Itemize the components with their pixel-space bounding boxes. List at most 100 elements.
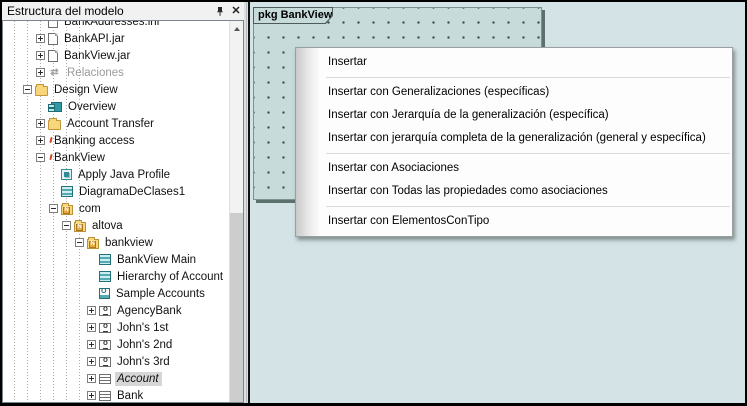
expand-icon[interactable] (87, 391, 96, 400)
menu-separator (326, 206, 730, 207)
tree-item-label[interactable]: BankView Main (115, 253, 199, 267)
tree-item-label[interactable]: BankAPI.jar (62, 32, 128, 46)
tree-item-banking-access[interactable]: Banking access (3, 132, 229, 149)
tree-item-agencybank[interactable]: AgencyBank (3, 302, 229, 319)
tree-item-label[interactable]: Banking access (52, 134, 138, 148)
window-border-top (0, 0, 747, 2)
diagram-icon (99, 254, 111, 265)
context-menu: Insertar Insertar con Generalizaciones (e… (295, 47, 733, 237)
expand-icon[interactable] (87, 357, 96, 366)
tree-item-design-view[interactable]: Design View (3, 81, 229, 98)
menu-item-insertar-con-jerarqu-a-de-la-generalizac[interactable]: Insertar con Jerarquía de la generalizac… (296, 104, 732, 127)
collapse-icon[interactable] (36, 153, 45, 162)
expand-icon[interactable] (36, 34, 45, 43)
panel-header: Estructura del modelo ✕ (2, 2, 244, 20)
package-frame-tab[interactable]: pkg BankView (253, 7, 333, 24)
tree-item-label[interactable]: Sample Accounts (114, 287, 208, 301)
tree-item-label[interactable]: Overview (66, 100, 119, 114)
expand-icon[interactable] (87, 340, 96, 349)
tree-item-label[interactable]: John's 3rd (115, 355, 173, 369)
collapse-icon[interactable] (62, 221, 71, 230)
scrollbar-thumb[interactable] (230, 213, 243, 402)
tree-item-altova[interactable]: Naltova (3, 217, 229, 234)
tree-item-bankview[interactable]: BankView (3, 149, 229, 166)
namespace-badge: N (76, 224, 83, 231)
tree-item-john-s-1st[interactable]: John's 1st (3, 319, 229, 336)
expander-spacer (87, 289, 99, 298)
tree-item-label[interactable]: com (77, 202, 104, 216)
folder-icon (48, 120, 61, 130)
package-icon: N (74, 222, 86, 232)
tree-item-account[interactable]: Account (3, 370, 229, 387)
expand-icon[interactable] (87, 323, 96, 332)
tree-item-account-transfer[interactable]: Account Transfer (3, 115, 229, 132)
tree-item-label[interactable]: Hierarchy of Account (115, 270, 226, 284)
relations-icon: ⇄ (48, 67, 61, 78)
expand-icon[interactable] (87, 374, 96, 383)
expander-spacer (49, 170, 61, 179)
tree-item-diagramadeclases1[interactable]: DiagramaDeClases1 (3, 183, 229, 200)
expander-spacer (87, 255, 99, 264)
model-tree: BankAddresses.ini BankAPI.jar BankView.jar… (3, 21, 229, 402)
instance-icon (99, 340, 111, 350)
scroll-up-icon[interactable] (234, 27, 240, 31)
menu-item-insertar-con-asociaciones[interactable]: Insertar con Asociaciones (296, 157, 732, 180)
menu-item-insertar-con-jerarqu-a-completa-de-la-ge[interactable]: Insertar con jerarquía completa de la ge… (296, 127, 732, 150)
tree-scrollbar[interactable] (229, 21, 243, 402)
model-tree-panel: BankAddresses.ini BankAPI.jar BankView.jar… (2, 20, 244, 403)
menu-item-insertar-con-elementoscontipo[interactable]: Insertar con ElementosConTipo (296, 210, 732, 233)
tree-item-overview[interactable]: Overview (3, 98, 229, 115)
pin-button[interactable] (212, 4, 228, 18)
expand-icon[interactable] (36, 136, 45, 145)
tree-item-label[interactable]: BankView.jar (62, 49, 133, 63)
tree-item-label[interactable]: Apply Java Profile (76, 168, 173, 182)
tree-item-bankview-jar[interactable]: BankView.jar (3, 47, 229, 64)
tree-item-label[interactable]: AgencyBank (115, 304, 185, 318)
tree-item-label[interactable]: John's 2nd (115, 338, 175, 352)
tree-item-john-s-3rd[interactable]: John's 3rd (3, 353, 229, 370)
expand-icon[interactable] (36, 119, 45, 128)
close-button[interactable]: ✕ (228, 4, 244, 18)
tree-item-relaciones[interactable]: ⇄ Relaciones (3, 64, 229, 81)
collapse-icon[interactable] (75, 238, 84, 247)
tree-item-label[interactable]: BankView (52, 151, 108, 165)
expand-icon[interactable] (87, 306, 96, 315)
menu-separator (326, 153, 730, 154)
tree-item-bankaddresses-ini[interactable]: BankAddresses.ini (3, 21, 229, 30)
tree-item-label[interactable]: John's 1st (115, 321, 171, 335)
panel-splitter[interactable] (246, 2, 247, 403)
tree-item-label[interactable]: Design View (52, 83, 121, 97)
tree-item-bankapi-jar[interactable]: BankAPI.jar (3, 30, 229, 47)
tree-item-label[interactable]: Account Transfer (65, 117, 157, 131)
tree-item-label[interactable]: BankAddresses.ini (62, 21, 162, 29)
panel-title: Estructura del modelo (2, 4, 212, 18)
panel-divider (248, 0, 250, 406)
collapse-icon[interactable] (23, 85, 32, 94)
tree-item-label[interactable]: Account (115, 372, 162, 386)
tree-item-hierarchy-of-account[interactable]: Hierarchy of Account (3, 268, 229, 285)
menu-item-insertar-con-generalizaciones-espec-fica[interactable]: Insertar con Generalizaciones (específic… (296, 81, 732, 104)
tree-item-com[interactable]: Ncom (3, 200, 229, 217)
tree-item-label[interactable]: Bank (115, 389, 146, 403)
expand-icon[interactable] (36, 68, 45, 77)
tree-item-label[interactable]: bankview (103, 236, 156, 250)
tree-item-bank[interactable]: Bank (3, 387, 229, 402)
menu-item-insertar[interactable]: Insertar (296, 51, 732, 74)
menu-item-insertar-con-todas-las-propiedades-como-[interactable]: Insertar con Todas las propiedades como … (296, 180, 732, 203)
tree-item-label[interactable]: DiagramaDeClases1 (77, 185, 188, 199)
expand-icon[interactable] (36, 51, 45, 60)
tree-item-label[interactable]: Relaciones (65, 66, 127, 80)
window-border-left (0, 0, 2, 406)
diagram-icon (61, 186, 73, 197)
tree-item-label[interactable]: altova (90, 219, 126, 233)
collapse-icon[interactable] (49, 204, 58, 213)
package-icon: N (61, 205, 73, 215)
tree-item-apply-java-profile[interactable]: Apply Java Profile (3, 166, 229, 183)
tree-item-bankview-main[interactable]: BankView Main (3, 251, 229, 268)
tree-item-sample-accounts[interactable]: Sample Accounts (3, 285, 229, 302)
menu-separator (326, 77, 730, 78)
class-icon (99, 391, 111, 401)
tree-item-bankview[interactable]: Nbankview (3, 234, 229, 251)
tree-item-john-s-2nd[interactable]: John's 2nd (3, 336, 229, 353)
expander-spacer (36, 102, 48, 111)
